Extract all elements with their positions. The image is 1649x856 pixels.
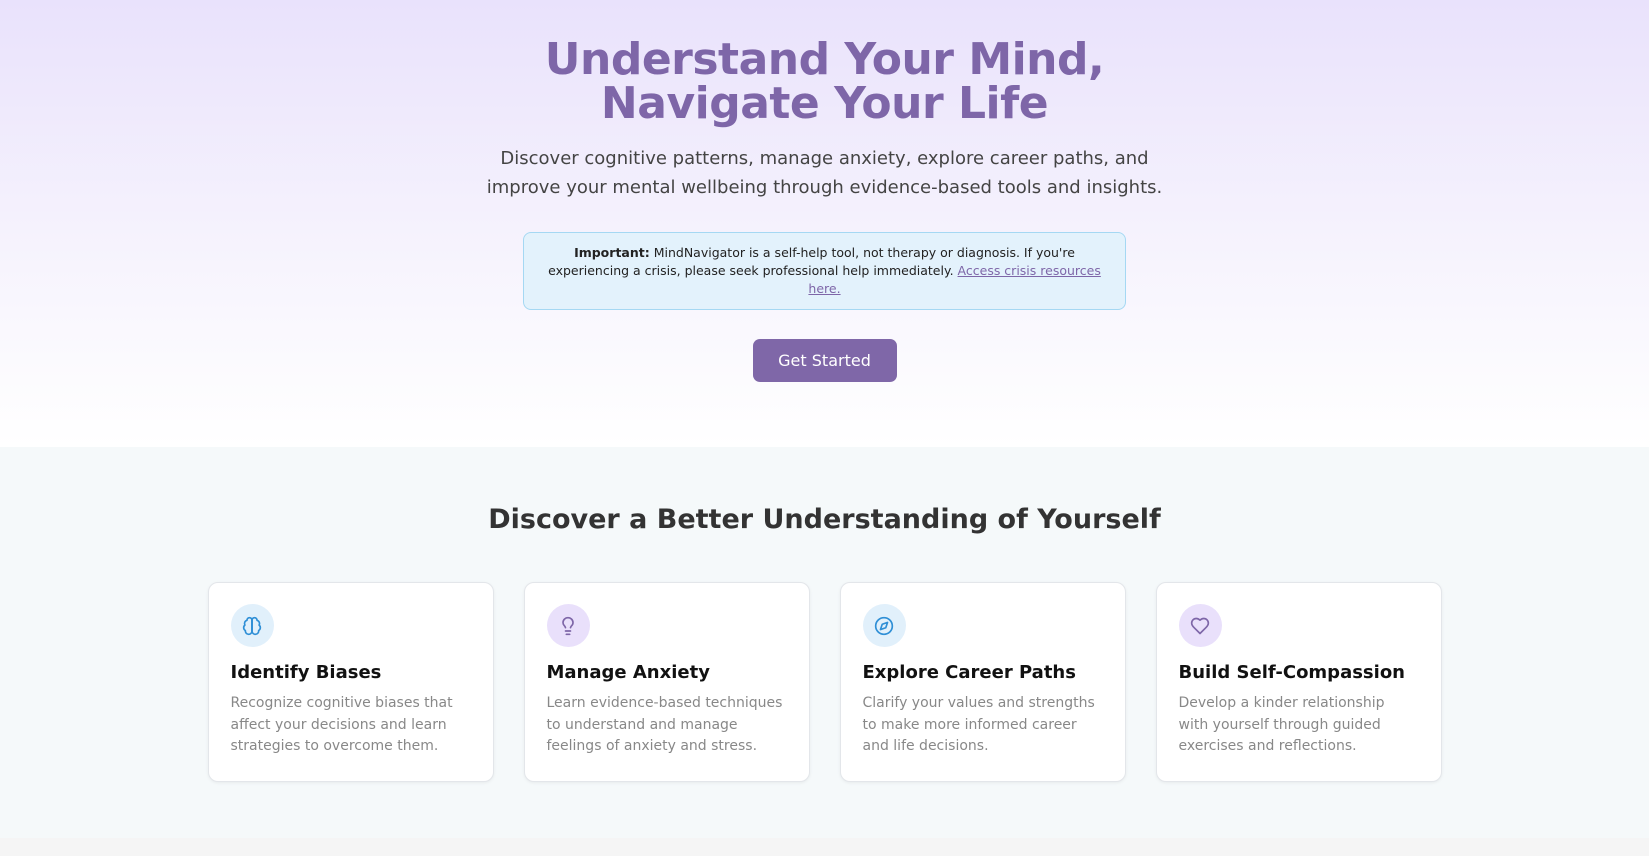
hero-subtitle: Discover cognitive patterns, manage anxi… [486, 148, 1163, 198]
heart-icon [1178, 604, 1222, 647]
brain-icon [230, 604, 274, 647]
card-title: Manage Anxiety [546, 662, 710, 683]
feature-card-build-self-compassion[interactable]: Build Self-Compassion Develop a kinder r… [1155, 582, 1442, 782]
hero-section: Understand Your Mind, Navigate Your Life… [0, 0, 1649, 447]
feature-card-identify-biases[interactable]: Identify Biases Recognize cognitive bias… [207, 582, 494, 782]
card-description: Develop a kinder relationship with yours… [1178, 695, 1385, 754]
hero-title: Understand Your Mind, Navigate Your Life [544, 34, 1105, 129]
notice-label: Important: [574, 245, 650, 260]
get-started-button[interactable]: Get Started [752, 339, 897, 382]
feature-card-manage-anxiety[interactable]: Manage Anxiety Learn evidence-based tech… [523, 582, 810, 782]
compass-icon [862, 604, 906, 647]
card-description: Learn evidence-based techniques to under… [546, 695, 783, 754]
card-description: Recognize cognitive biases that affect y… [230, 695, 453, 754]
feature-cards: Identify Biases Recognize cognitive bias… [0, 582, 1649, 782]
features-section: Discover a Better Understanding of Yours… [0, 447, 1649, 838]
card-description: Clarify your values and strengths to mak… [862, 695, 1095, 754]
lightbulb-icon [546, 604, 590, 647]
card-title: Identify Biases [230, 662, 382, 683]
card-title: Build Self-Compassion [1178, 662, 1406, 683]
crisis-notice: Important: MindNavigator is a self-help … [523, 232, 1126, 310]
features-heading: Discover a Better Understanding of Yours… [488, 504, 1161, 535]
card-title: Explore Career Paths [862, 662, 1076, 683]
feature-card-explore-career-paths[interactable]: Explore Career Paths Clarify your values… [839, 582, 1126, 782]
